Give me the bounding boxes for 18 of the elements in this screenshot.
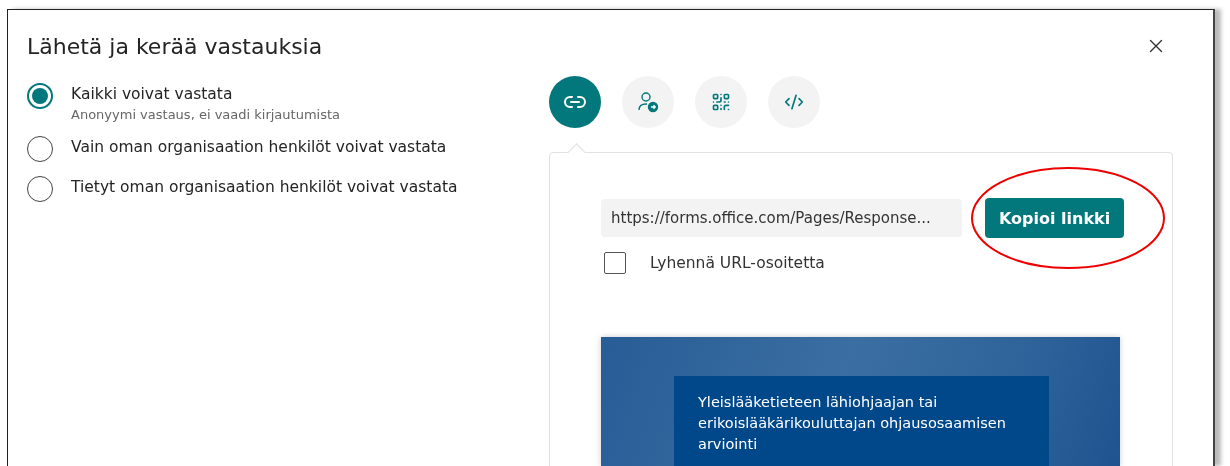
option-label: Kaikki voivat vastata bbox=[71, 85, 234, 103]
option-label: Tietyt oman organisaation henkilöt voivat vastata bbox=[71, 178, 458, 196]
share-tab[interactable] bbox=[549, 76, 601, 128]
preview-title: Yleislääketieteen lähiohjaajan tai erikoislääkärikouluttajan ohjausosaamisen arviointi bbox=[698, 393, 1007, 454]
radio-button[interactable] bbox=[27, 83, 53, 109]
option-description: Anonyymi vastaus, ei vaadi kirjautumista bbox=[71, 107, 340, 122]
option-label: Vain oman organisaation henkilöt voivat vastata bbox=[71, 138, 447, 156]
person-arrow-icon bbox=[637, 91, 659, 113]
qr-code-icon bbox=[711, 92, 731, 112]
copy-link-button[interactable]: Kopioi linkki bbox=[985, 198, 1125, 238]
code-icon bbox=[784, 92, 804, 112]
dialog-title: Lähetä ja kerää vastauksia bbox=[27, 33, 323, 59]
share-tab[interactable] bbox=[768, 76, 820, 128]
share-tab[interactable] bbox=[695, 76, 747, 128]
checkbox-label: Lyhennä URL-osoitetta bbox=[650, 254, 825, 272]
checkbox[interactable] bbox=[604, 252, 626, 274]
url-field[interactable]: https://forms.office.com/Pages/Response... bbox=[601, 199, 962, 237]
share-tab[interactable] bbox=[622, 76, 674, 128]
